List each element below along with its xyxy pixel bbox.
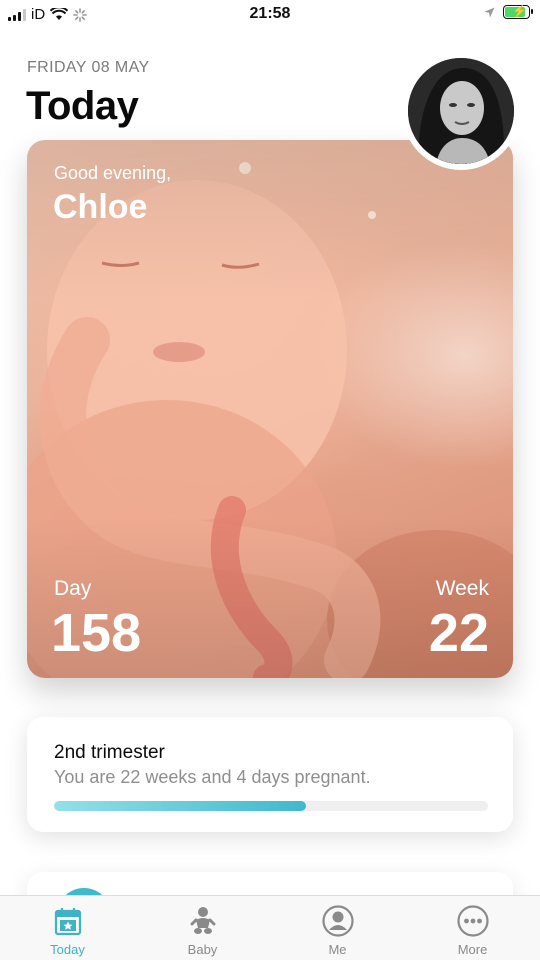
- page-title: Today: [26, 84, 139, 128]
- profile-photo: [408, 58, 514, 164]
- pregnancy-summary: You are 22 weeks and 4 days pregnant.: [54, 767, 371, 787]
- baby-icon: [187, 905, 219, 937]
- tab-label-baby: Baby: [187, 942, 218, 957]
- tab-more[interactable]: More: [405, 896, 540, 960]
- trimester-card[interactable]: 2nd trimester You are 22 weeks and 4 day…: [27, 717, 513, 832]
- day-label: Day: [54, 577, 92, 600]
- tab-today[interactable]: Today: [0, 896, 135, 960]
- user-name: Chloe: [53, 188, 148, 226]
- date-label: FRIDAY 08 MAY: [27, 59, 150, 76]
- tab-me[interactable]: Me: [270, 896, 405, 960]
- tab-label-today: Today: [50, 942, 85, 957]
- charging-bolt-icon: ⚡: [512, 4, 527, 18]
- tab-label-me: Me: [328, 942, 347, 957]
- status-time: 21:58: [249, 5, 291, 22]
- status-right: ⚡: [484, 4, 533, 19]
- week-label: Week: [435, 577, 489, 600]
- battery-icon: ⚡: [503, 4, 533, 19]
- trimester-title: 2nd trimester: [54, 742, 165, 763]
- tab-label-more: More: [457, 942, 488, 957]
- tab-bar: Today Baby Me More: [0, 895, 540, 960]
- pregnancy-progress-bar: [54, 801, 488, 811]
- day-value: 158: [51, 603, 142, 663]
- more-dots-icon: [456, 905, 489, 937]
- pregnancy-progress-fill: [54, 801, 306, 811]
- greeting-text: Good evening,: [54, 163, 172, 183]
- avatar[interactable]: [408, 58, 514, 164]
- person-icon: [321, 905, 354, 937]
- calendar-star-icon: [52, 905, 84, 937]
- location-arrow-icon: [484, 7, 495, 17]
- baby-development-card[interactable]: Good evening, Chloe Day 158 Week 22: [27, 140, 513, 678]
- status-bar: iD 21:58 ⚡: [0, 0, 540, 30]
- week-value: 22: [428, 603, 489, 663]
- tab-baby[interactable]: Baby: [135, 896, 270, 960]
